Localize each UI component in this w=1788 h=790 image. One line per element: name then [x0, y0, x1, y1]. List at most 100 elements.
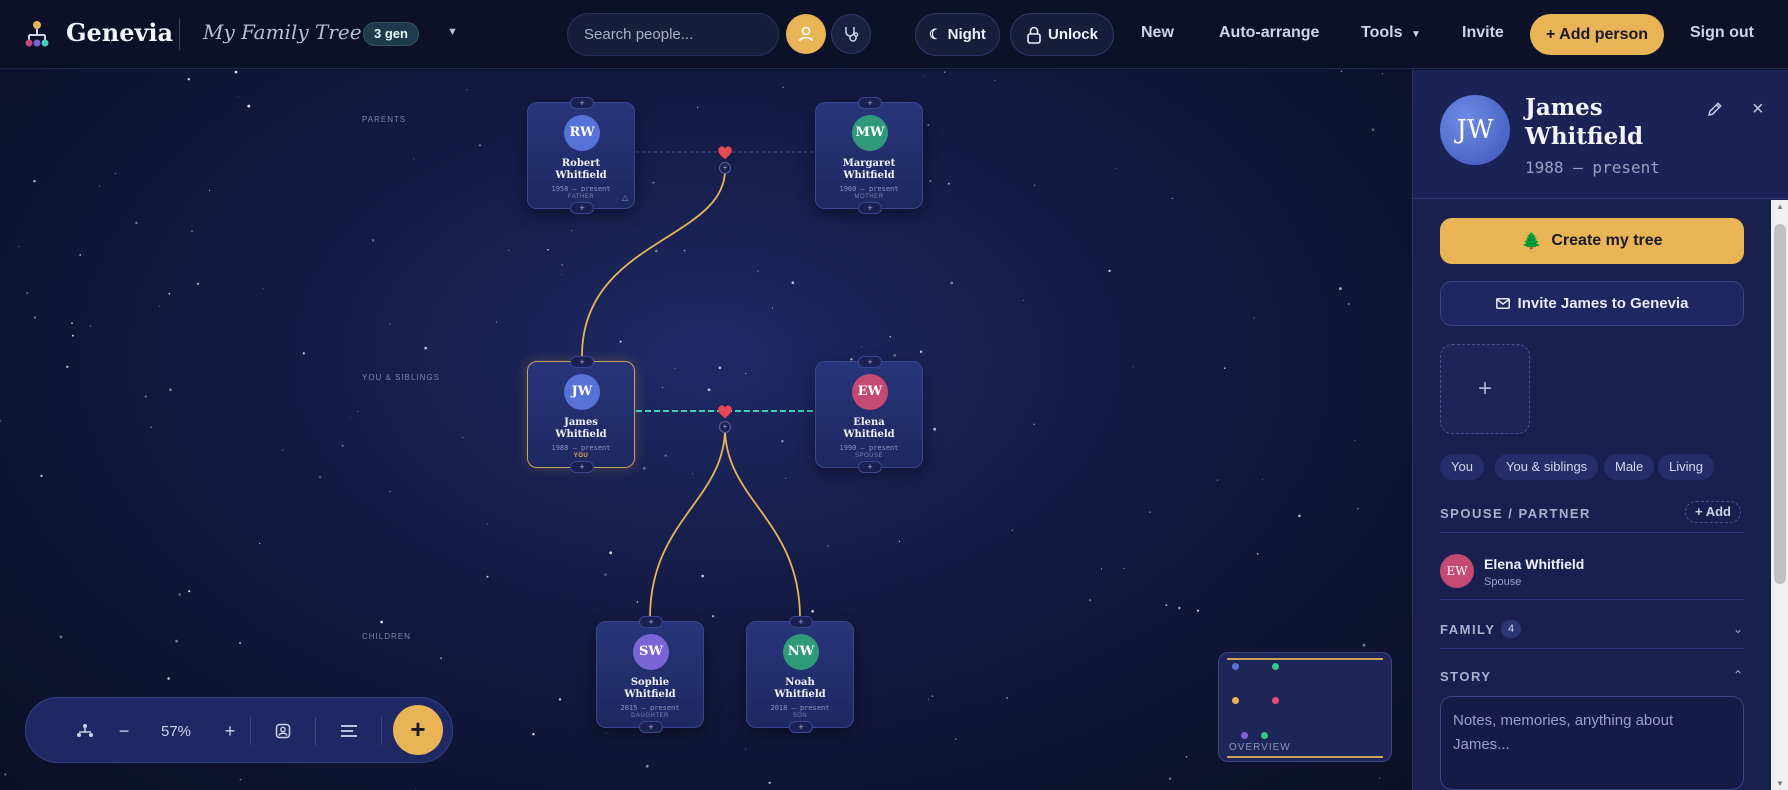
person-name: Elena Whitfield: [820, 417, 918, 441]
tag-living[interactable]: Living: [1658, 454, 1714, 480]
person-role: MOTHER: [854, 194, 884, 200]
tools-label: Tools: [1361, 24, 1403, 41]
add-parent-tab[interactable]: +: [570, 97, 594, 109]
person-role: SPOUSE: [854, 453, 883, 459]
person-card-margaret[interactable]: + MW Margaret Whitfield 1960 – present MO…: [815, 97, 923, 214]
person-dates: 2018 – present: [770, 704, 830, 712]
focus-me-button[interactable]: [268, 718, 298, 744]
search-input[interactable]: [567, 13, 779, 56]
add-child-tab[interactable]: +: [570, 202, 594, 214]
minimap-viewport-bottom: [1227, 756, 1383, 758]
tree-view-button[interactable]: [70, 718, 100, 744]
brand-name[interactable]: Genevia: [66, 18, 173, 47]
chevron-up-icon: ⌃: [1733, 668, 1744, 682]
scroll-up-icon[interactable]: ▲: [1775, 202, 1785, 211]
first-name: Noah: [785, 677, 815, 688]
add-parent-tab[interactable]: +: [858, 97, 882, 109]
heart-icon[interactable]: [716, 143, 734, 161]
family-tree-logo-icon[interactable]: [24, 20, 50, 48]
invite-button[interactable]: Invite: [1462, 24, 1504, 42]
toolbar-divider: [250, 717, 251, 745]
minimap-label: OVERVIEW: [1229, 742, 1291, 753]
add-child-tab[interactable]: +: [789, 721, 813, 733]
caret-down-icon: ▼: [1410, 29, 1421, 40]
story-textarea[interactable]: [1440, 696, 1744, 790]
last-name: Whitfield: [555, 429, 607, 440]
add-parent-tab[interactable]: +: [570, 356, 594, 368]
person-name: Margaret Whitfield: [820, 158, 918, 182]
first-name: James: [564, 417, 598, 428]
add-child-tab[interactable]: +: [858, 202, 882, 214]
close-icon[interactable]: ×: [1752, 98, 1764, 121]
add-person-button[interactable]: + Add person: [1530, 14, 1664, 55]
tools-menu[interactable]: Tools ▼: [1361, 24, 1421, 42]
scrollbar-thumb[interactable]: [1774, 224, 1786, 584]
child-line-noah: [724, 427, 801, 619]
new-button[interactable]: New: [1141, 24, 1174, 42]
minimap-node: [1261, 732, 1268, 739]
overview-minimap[interactable]: OVERVIEW: [1218, 652, 1392, 762]
invite-person-button[interactable]: Invite James to Genevia: [1440, 281, 1744, 326]
moon-icon: ☾: [929, 26, 942, 42]
person-card-elena[interactable]: + EW Elena Whitfield 1990 – present SPOUS…: [815, 356, 923, 473]
last-name: Whitfield: [843, 170, 895, 181]
spouse-name: Elena Whitfield: [1484, 556, 1585, 572]
profile-avatar[interactable]: JW: [1440, 95, 1510, 165]
tree-view-icon: [77, 724, 93, 737]
night-mode-button[interactable]: ☾ Night: [915, 13, 1000, 56]
family-count-badge: 4: [1501, 620, 1522, 638]
me-button[interactable]: [786, 14, 826, 54]
zoom-in-button[interactable]: +: [215, 718, 245, 744]
stethoscope-icon: [845, 27, 859, 42]
tag-male[interactable]: Male: [1604, 454, 1655, 480]
edit-pencil-icon[interactable]: [1706, 100, 1724, 118]
zoom-level: 57%: [160, 722, 192, 740]
heart-icon[interactable]: [716, 402, 734, 420]
person-card-noah[interactable]: + NW Noah Whitfield 2018 – present SON +: [746, 616, 854, 733]
person-dates: 2015 – present: [620, 704, 680, 712]
add-child-tab[interactable]: +: [570, 461, 594, 473]
chevron-down-icon: ⌄: [1733, 622, 1744, 636]
person-role: YOU: [573, 453, 589, 459]
add-photo-button[interactable]: +: [1440, 344, 1530, 434]
person-dates: 1990 – present: [839, 444, 899, 452]
couple-junction-add[interactable]: +: [719, 162, 731, 174]
person-card-james[interactable]: + JW James Whitfield 1988 – present YOU +: [527, 356, 635, 473]
connector-lines: [581, 151, 816, 619]
add-person-fab[interactable]: +: [393, 705, 443, 755]
add-parent-tab[interactable]: +: [639, 616, 663, 628]
scroll-down-icon[interactable]: ▼: [1775, 779, 1785, 788]
zoom-out-button[interactable]: −: [109, 718, 139, 744]
sign-out-button[interactable]: Sign out: [1690, 24, 1754, 42]
create-my-tree-button[interactable]: 🌲 Create my tree: [1440, 218, 1744, 264]
person-card-sophie[interactable]: + SW Sophie Whitfield 2015 – present DAUG…: [596, 616, 704, 733]
panel-scrollbar[interactable]: ▲ ▼: [1771, 200, 1788, 790]
lock-icon: [1027, 26, 1041, 44]
tree-menu-caret-icon[interactable]: ▼: [447, 26, 458, 38]
profile-dates: 1988 – present: [1525, 158, 1660, 177]
night-label: Night: [947, 26, 986, 43]
profile-name: James Whitfield: [1525, 94, 1644, 150]
last-name: Whitfield: [555, 170, 607, 181]
avatar: EW: [852, 374, 888, 410]
tree-canvas[interactable]: PARENTS YOU & SIBLINGS CHILDREN + + + RW…: [0, 70, 1412, 790]
person-role: DAUGHTER: [631, 713, 669, 719]
add-child-tab[interactable]: +: [858, 461, 882, 473]
list-view-button[interactable]: [334, 718, 364, 744]
couple-junction-add[interactable]: +: [719, 421, 731, 433]
add-parent-tab[interactable]: +: [789, 616, 813, 628]
add-parent-tab[interactable]: +: [858, 356, 882, 368]
unlock-button[interactable]: Unlock: [1010, 13, 1114, 56]
health-button[interactable]: [831, 14, 871, 54]
tree-name[interactable]: My Family Tree: [203, 20, 362, 44]
add-spouse-button[interactable]: + Add: [1685, 501, 1741, 523]
auto-arrange-button[interactable]: Auto-arrange: [1219, 24, 1319, 42]
tag-you-siblings[interactable]: You & siblings: [1495, 454, 1599, 480]
portrait-icon: [275, 723, 291, 739]
minimap-node: [1232, 663, 1239, 670]
person-card-robert[interactable]: + RW Robert Whitfield 1958 – present FATH…: [527, 97, 635, 214]
person-role: SON: [792, 713, 808, 719]
tag-you[interactable]: You: [1440, 454, 1484, 480]
toolbar-divider: [315, 717, 316, 745]
add-child-tab[interactable]: +: [639, 721, 663, 733]
